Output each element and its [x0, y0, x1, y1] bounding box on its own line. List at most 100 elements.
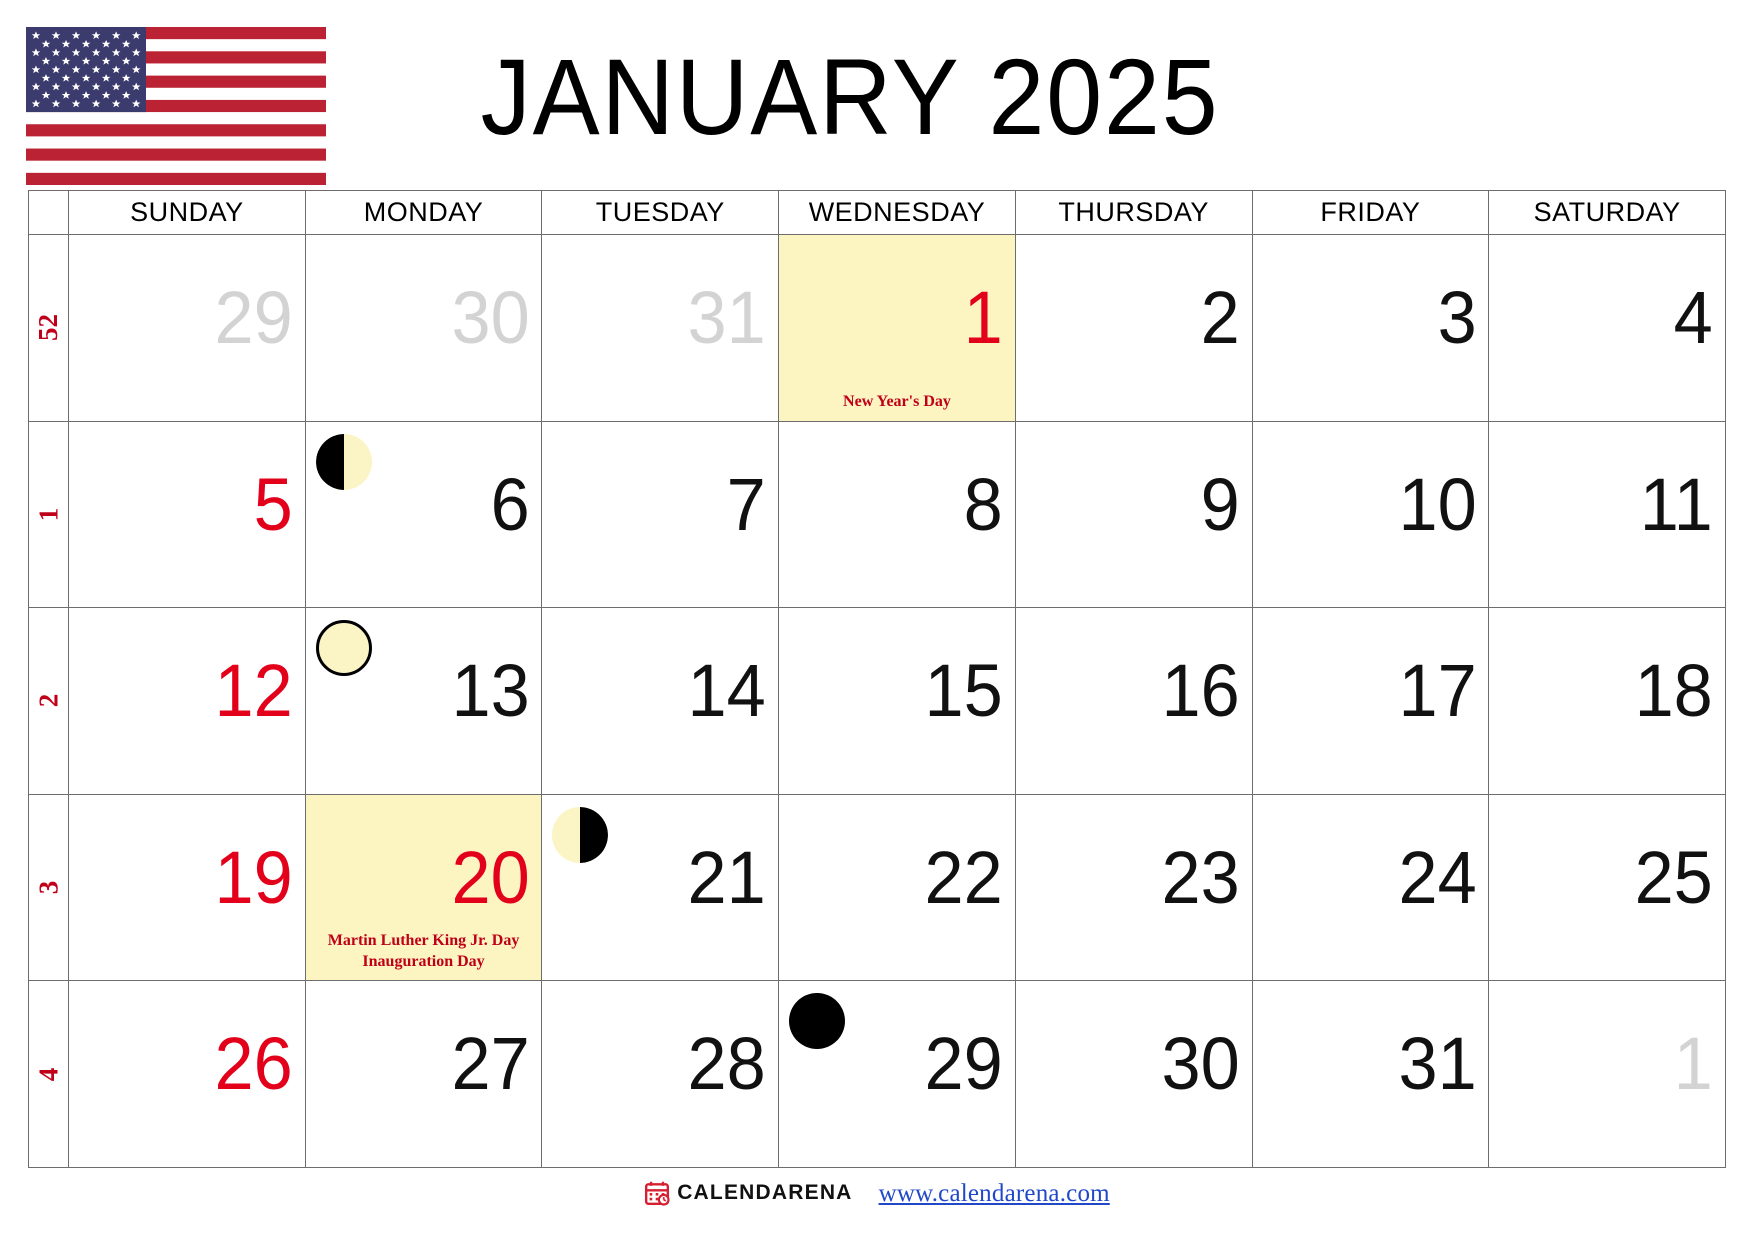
day-cell[interactable]: 2: [1014, 234, 1253, 422]
day-number: 2: [1200, 276, 1240, 359]
day-cell[interactable]: 22: [778, 793, 1016, 982]
day-cell[interactable]: 29: [778, 980, 1016, 1168]
day-header-tuesday: TUESDAY: [541, 190, 780, 235]
day-cell[interactable]: 28: [541, 980, 780, 1168]
week-number-label: 3: [33, 880, 63, 895]
day-number: 18: [1634, 649, 1713, 733]
day-cell[interactable]: 14: [541, 607, 780, 795]
day-number: 9: [1200, 462, 1240, 546]
day-cell[interactable]: 30: [1014, 980, 1253, 1168]
day-cell[interactable]: 25: [1488, 793, 1726, 982]
day-number: 17: [1398, 649, 1477, 733]
day-number: 29: [924, 1022, 1003, 1106]
calendar-body: 52 29 30 31 1 New Year's Day 2 3 4 1 5 6 7 8 9 10 11 2 12 1…: [28, 234, 1726, 1168]
week-number-label: 2: [33, 694, 63, 708]
holiday-label: New Year's Day: [843, 393, 951, 411]
day-cell[interactable]: 15: [778, 607, 1016, 795]
day-cell[interactable]: 16: [1014, 607, 1253, 795]
day-number: 30: [451, 276, 530, 359]
day-cell[interactable]: 24: [1251, 793, 1490, 982]
week-number-cell: 3: [28, 793, 69, 982]
day-number: 30: [1161, 1022, 1240, 1106]
day-number: 21: [687, 835, 767, 919]
day-number: 13: [451, 649, 530, 733]
day-number: 20: [451, 835, 530, 919]
day-number: 31: [1398, 1022, 1477, 1106]
day-number: 12: [214, 649, 293, 733]
day-cell[interactable]: 11: [1488, 420, 1726, 609]
week-number-cell: 4: [28, 980, 69, 1168]
day-cell[interactable]: 13: [304, 607, 543, 795]
holiday-labels: New Year's Day: [783, 392, 1011, 412]
day-cell[interactable]: 30: [304, 234, 543, 422]
us-flag-icon: [26, 27, 326, 185]
day-cell[interactable]: 3: [1251, 234, 1490, 422]
day-cell[interactable]: 1 New Year's Day: [778, 234, 1016, 422]
day-cell[interactable]: 17: [1251, 607, 1490, 795]
day-number: 31: [687, 276, 767, 359]
day-number: 11: [1640, 462, 1713, 546]
day-cell[interactable]: 31: [541, 234, 780, 422]
day-cell[interactable]: 29: [68, 234, 306, 422]
day-number: 5: [253, 462, 293, 546]
week-number-cell: 2: [28, 607, 69, 795]
week-number-cell: 52: [28, 234, 69, 422]
day-number: 19: [214, 835, 293, 919]
day-number: 16: [1161, 649, 1240, 733]
day-cell[interactable]: 31: [1251, 980, 1490, 1168]
day-cell[interactable]: 1: [1488, 980, 1726, 1168]
day-cell[interactable]: 10: [1251, 420, 1490, 609]
day-header-friday: FRIDAY: [1251, 190, 1490, 235]
day-header-wednesday: WEDNESDAY: [778, 190, 1016, 235]
day-number: 28: [687, 1022, 767, 1106]
day-cell[interactable]: 18: [1488, 607, 1726, 795]
calendar-week-row: 3 19 20 Martin Luther King Jr. Day Inaugurat…: [28, 793, 1726, 982]
day-number: 15: [924, 649, 1003, 733]
day-cell[interactable]: 19: [68, 793, 306, 982]
day-number: 14: [687, 649, 767, 733]
day-number: 7: [727, 462, 767, 546]
day-number: 24: [1398, 835, 1477, 919]
day-cell[interactable]: 8: [778, 420, 1016, 609]
day-cell[interactable]: 12: [68, 607, 306, 795]
day-cell[interactable]: 9: [1014, 420, 1253, 609]
page-footer: CALENDARENA www.calendarena.com: [0, 1168, 1754, 1240]
day-number: 8: [963, 462, 1003, 546]
day-number: 6: [490, 462, 530, 546]
day-number: 10: [1398, 462, 1477, 546]
brand: CALENDARENA: [644, 1180, 852, 1206]
day-cell[interactable]: 23: [1014, 793, 1253, 982]
day-cell[interactable]: 20 Martin Luther King Jr. Day Inauguration…: [304, 793, 543, 982]
day-cell[interactable]: 5: [68, 420, 306, 609]
day-cell[interactable]: 26: [68, 980, 306, 1168]
day-header-thursday: THURSDAY: [1014, 190, 1253, 235]
day-cell[interactable]: 21: [541, 793, 780, 982]
day-number: 1: [1673, 1022, 1713, 1106]
calendar-grid: SUNDAY MONDAY TUESDAY WEDNESDAY THURSDAY…: [28, 190, 1726, 1168]
calendar-week-row: 2 12 13 14 15 16 17 18: [28, 607, 1726, 795]
day-number: 25: [1634, 835, 1713, 919]
day-number: 27: [451, 1022, 530, 1106]
day-number: 22: [924, 835, 1003, 919]
calendar-week-row: 52 29 30 31 1 New Year's Day 2 3 4: [28, 234, 1726, 422]
holiday-label: Martin Luther King Jr. Day: [327, 932, 520, 950]
calendar-clock-icon: [644, 1180, 670, 1206]
page-title: JANUARY 2025: [480, 35, 1220, 157]
day-number: 1: [963, 276, 1003, 359]
brand-name: CALENDARENA: [677, 1181, 853, 1204]
day-cell[interactable]: 7: [541, 420, 780, 609]
day-header-saturday: SATURDAY: [1488, 190, 1726, 235]
holiday-label: Inauguration Day: [362, 952, 485, 970]
day-cell[interactable]: 6: [304, 420, 543, 609]
day-cell[interactable]: 27: [304, 980, 543, 1168]
week-number-label: 1: [33, 507, 63, 522]
week-number-column-header: [28, 190, 69, 235]
day-cell[interactable]: 4: [1488, 234, 1726, 422]
day-number: 29: [214, 276, 293, 359]
day-number: 3: [1437, 276, 1477, 359]
holiday-labels: Martin Luther King Jr. Day Inauguration D…: [310, 931, 538, 972]
day-header-monday: MONDAY: [304, 190, 543, 235]
site-url-link[interactable]: www.calendarena.com: [879, 1180, 1110, 1208]
calendar-week-row: 1 5 6 7 8 9 10 11: [28, 420, 1726, 609]
week-number-label: 52: [33, 314, 63, 342]
